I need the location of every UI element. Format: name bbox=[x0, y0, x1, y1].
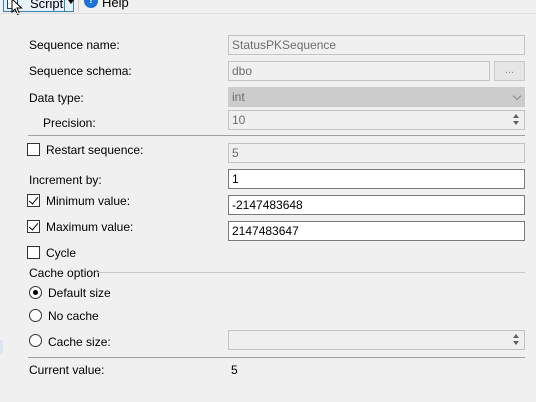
restart-sequence-label: Restart sequence: bbox=[46, 143, 144, 157]
maximum-value-label: Maximum value: bbox=[46, 220, 134, 234]
cache-option-heading: Cache option bbox=[29, 266, 100, 280]
spinner-arrows-icon[interactable] bbox=[509, 332, 523, 348]
section-divider bbox=[28, 135, 525, 136]
restart-sequence-checkbox[interactable] bbox=[27, 143, 40, 156]
browse-schema-button[interactable]: ... bbox=[494, 61, 525, 81]
precision-value: 10 bbox=[232, 113, 246, 127]
script-button-divider bbox=[64, 0, 65, 12]
script-button-label: Script bbox=[30, 0, 64, 11]
increment-by-label: Increment by: bbox=[29, 173, 102, 187]
no-cache-radio[interactable] bbox=[29, 309, 42, 322]
toolbar-divider bbox=[78, 0, 79, 12]
help-button-label[interactable]: Help bbox=[102, 0, 129, 10]
default-size-radio[interactable] bbox=[29, 286, 42, 299]
maximum-value-checkbox[interactable] bbox=[27, 220, 40, 233]
minimum-value-label: Minimum value: bbox=[46, 194, 131, 208]
precision-label: Precision: bbox=[43, 116, 96, 130]
restart-sequence-field[interactable]: 5 bbox=[228, 143, 525, 163]
toolbar-bottom-border bbox=[0, 13, 536, 14]
toolbar: Script ? Help bbox=[0, 0, 536, 16]
cache-size-label: Cache size: bbox=[48, 335, 111, 349]
increment-by-field[interactable]: 1 bbox=[228, 169, 525, 189]
cache-size-radio[interactable] bbox=[29, 334, 42, 347]
minimum-value-checkbox[interactable] bbox=[27, 194, 40, 207]
maximum-value-field[interactable]: 2147483647 bbox=[228, 221, 525, 241]
sequence-name-field[interactable]: StatusPKSequence bbox=[228, 35, 525, 55]
cycle-label: Cycle bbox=[46, 246, 77, 260]
data-type-value: int bbox=[232, 90, 245, 104]
chevron-down-icon[interactable] bbox=[68, 0, 74, 4]
cycle-checkbox[interactable] bbox=[27, 246, 40, 259]
current-value-text: 5 bbox=[231, 363, 238, 377]
precision-stepper[interactable]: 10 bbox=[228, 110, 525, 130]
sequence-name-label: Sequence name: bbox=[29, 38, 120, 52]
cache-option-divider bbox=[98, 272, 525, 273]
no-cache-label: No cache bbox=[48, 309, 99, 323]
minimum-value-field[interactable]: -2147483648 bbox=[228, 195, 525, 215]
section-divider bbox=[28, 357, 525, 358]
current-value-label: Current value: bbox=[29, 363, 105, 377]
data-type-label: Data type: bbox=[29, 91, 84, 105]
window-edge bbox=[0, 340, 3, 354]
cache-size-stepper[interactable] bbox=[228, 330, 525, 350]
sequence-schema-field[interactable]: dbo bbox=[228, 61, 490, 81]
chevron-down-icon bbox=[512, 91, 522, 101]
sequence-schema-label: Sequence schema: bbox=[29, 64, 132, 78]
help-icon[interactable]: ? bbox=[84, 0, 98, 8]
spinner-arrows-icon[interactable] bbox=[509, 112, 523, 128]
default-size-label: Default size bbox=[48, 286, 111, 300]
data-type-dropdown[interactable]: int bbox=[228, 87, 525, 107]
